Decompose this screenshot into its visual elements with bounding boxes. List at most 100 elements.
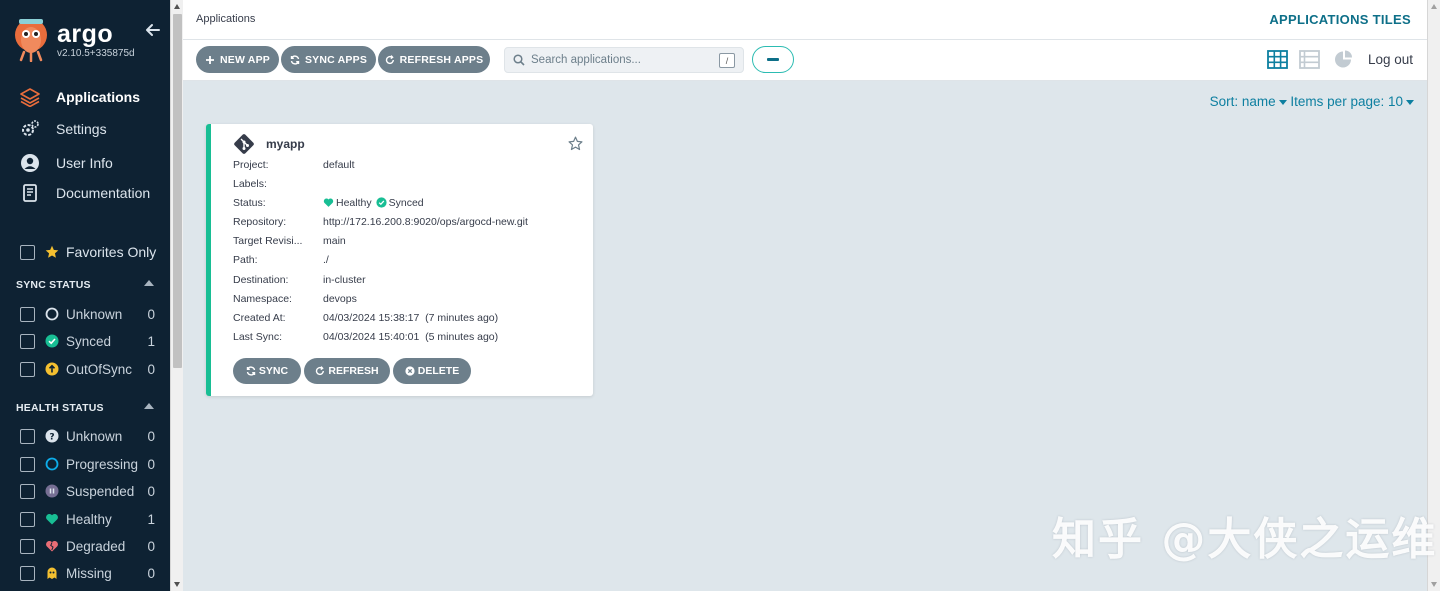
sort-dropdown[interactable]: Sort: name [1210,94,1287,109]
plus-icon [205,55,214,64]
filter-label: Progressing [66,456,139,472]
scroll-up-arrow-icon[interactable] [174,4,180,9]
search-icon [513,54,525,66]
sort-controls: Sort: name Items per page: 10 [1210,94,1414,109]
field-key: Created At: [233,311,286,324]
filter-label: Synced [66,333,112,349]
field-value: 04/03/2024 15:40:01 (5 minutes ago) [323,330,499,343]
app-sync-button[interactable]: SYNC [233,358,301,384]
field-project: Project: default [233,157,573,172]
filter-count: 1 [147,511,155,527]
field-key: Target Revisi... [233,234,303,247]
app-delete-button[interactable]: DELETE [393,358,471,384]
collapse-caret-icon[interactable] [144,403,154,409]
filter-sync-outofsync[interactable]: OutOfSync 0 [20,359,155,379]
caret-down-icon [1406,99,1414,105]
scrollbar-thumb[interactable] [173,14,182,368]
refresh-icon [385,54,394,64]
star-outline-icon[interactable] [568,136,583,151]
checkbox[interactable] [20,538,35,554]
filter-count: 0 [147,483,155,499]
field-namespace: Namespace: devops [233,291,573,306]
sync-status-title: SYNC STATUS [16,279,91,291]
filter-health-healthy[interactable]: Healthy 1 [20,509,155,529]
field-target-revision: Target Revisi... main [233,233,573,248]
gears-icon [22,120,39,136]
filter-bar-icon [767,58,779,61]
checkbox[interactable] [20,483,35,499]
search-input[interactable] [531,54,711,66]
field-created-at: Created At: 04/03/2024 15:38:17 (7 minute… [233,310,573,325]
search-box[interactable]: / [504,47,744,73]
field-key: Labels: [233,177,267,190]
filter-health-degraded[interactable]: Degraded 0 [20,536,155,556]
filter-label: OutOfSync [66,361,133,377]
checkbox[interactable] [20,361,35,377]
nav-settings[interactable]: Settings [20,117,107,141]
filter-toggle-button[interactable] [752,46,794,73]
scroll-down-arrow-icon[interactable] [174,582,180,587]
field-value: http://172.16.200.8:9020/ops/argocd-new.… [323,215,528,228]
nav-documentation-label: Documentation [56,185,151,201]
checkbox[interactable] [20,511,35,527]
top-bar: Applications APPLICATIONS TILES [183,0,1427,40]
argo-logo-icon[interactable] [14,18,48,62]
filter-health-missing[interactable]: Missing 0 [20,563,155,583]
svg-text:?: ? [49,433,54,443]
logout-link[interactable]: Log out [1368,52,1413,67]
nav-settings-label: Settings [56,121,107,137]
nav-documentation[interactable]: Documentation [20,181,150,205]
sync-apps-button[interactable]: SYNC APPS [281,46,376,73]
items-per-page-label: Items per page: 10 [1290,94,1403,109]
app-name[interactable]: myapp [266,137,305,151]
field-value: main [323,234,346,247]
filter-count: 0 [147,361,155,377]
refresh-apps-label: REFRESH APPS [399,53,484,66]
progress-circle-icon [45,457,59,471]
question-circle-icon: ? [45,429,59,443]
collapse-caret-icon[interactable] [144,280,154,286]
filter-sync-synced[interactable]: Synced 1 [20,331,155,351]
sidebar-scrollbar[interactable] [170,0,183,591]
pie-view-icon[interactable] [1333,50,1354,69]
filter-health-progressing[interactable]: Progressing 0 [20,454,155,474]
filter-health-unknown[interactable]: ? Unknown 0 [20,426,155,446]
filter-sync-unknown[interactable]: Unknown 0 [20,304,155,324]
refresh-apps-button[interactable]: REFRESH APPS [378,46,490,73]
favorites-only-filter[interactable]: Favorites Only [20,244,156,260]
nav-user-info[interactable]: User Info [20,151,113,175]
collapse-sidebar-icon[interactable] [143,20,163,40]
breadcrumb[interactable]: Applications [196,13,255,25]
toolbar: NEW APP SYNC APPS REFRESH APPS / Log out [183,40,1427,81]
items-per-page-dropdown[interactable]: Items per page: 10 [1290,94,1414,109]
arrow-up-circle-icon [45,362,59,376]
field-status: Status: Healthy Synced [233,195,573,210]
filter-label: Unknown [66,306,123,322]
checkbox[interactable] [20,456,35,472]
favorites-checkbox[interactable] [20,244,35,260]
refresh-icon [316,366,325,376]
nav-applications[interactable]: Applications [20,85,140,109]
filter-label: Missing [66,565,112,581]
filter-health-suspended[interactable]: Suspended 0 [20,481,155,501]
field-key: Path: [233,253,258,266]
app-refresh-button[interactable]: REFRESH [304,358,390,384]
app-tile[interactable]: myapp Project: default Labels: Status: He… [206,124,593,396]
filter-label: Suspended [66,483,135,499]
filter-label: Unknown [66,428,123,444]
checkbox[interactable] [20,306,35,322]
checkbox[interactable] [20,428,35,444]
refresh-label: REFRESH [328,365,379,377]
delete-label: DELETE [417,365,460,377]
field-key: Repository: [233,215,287,228]
list-view-icon[interactable] [1299,50,1320,69]
new-app-button[interactable]: NEW APP [196,46,279,73]
checkbox[interactable] [20,565,35,581]
heart-icon [323,198,334,207]
tiles-view-icon[interactable] [1267,50,1288,69]
times-circle-icon [405,366,415,376]
scroll-down-arrow-icon[interactable] [1431,582,1437,587]
checkbox[interactable] [20,333,35,349]
check-circle-icon [376,197,387,208]
scroll-up-arrow-icon[interactable] [1431,4,1437,9]
